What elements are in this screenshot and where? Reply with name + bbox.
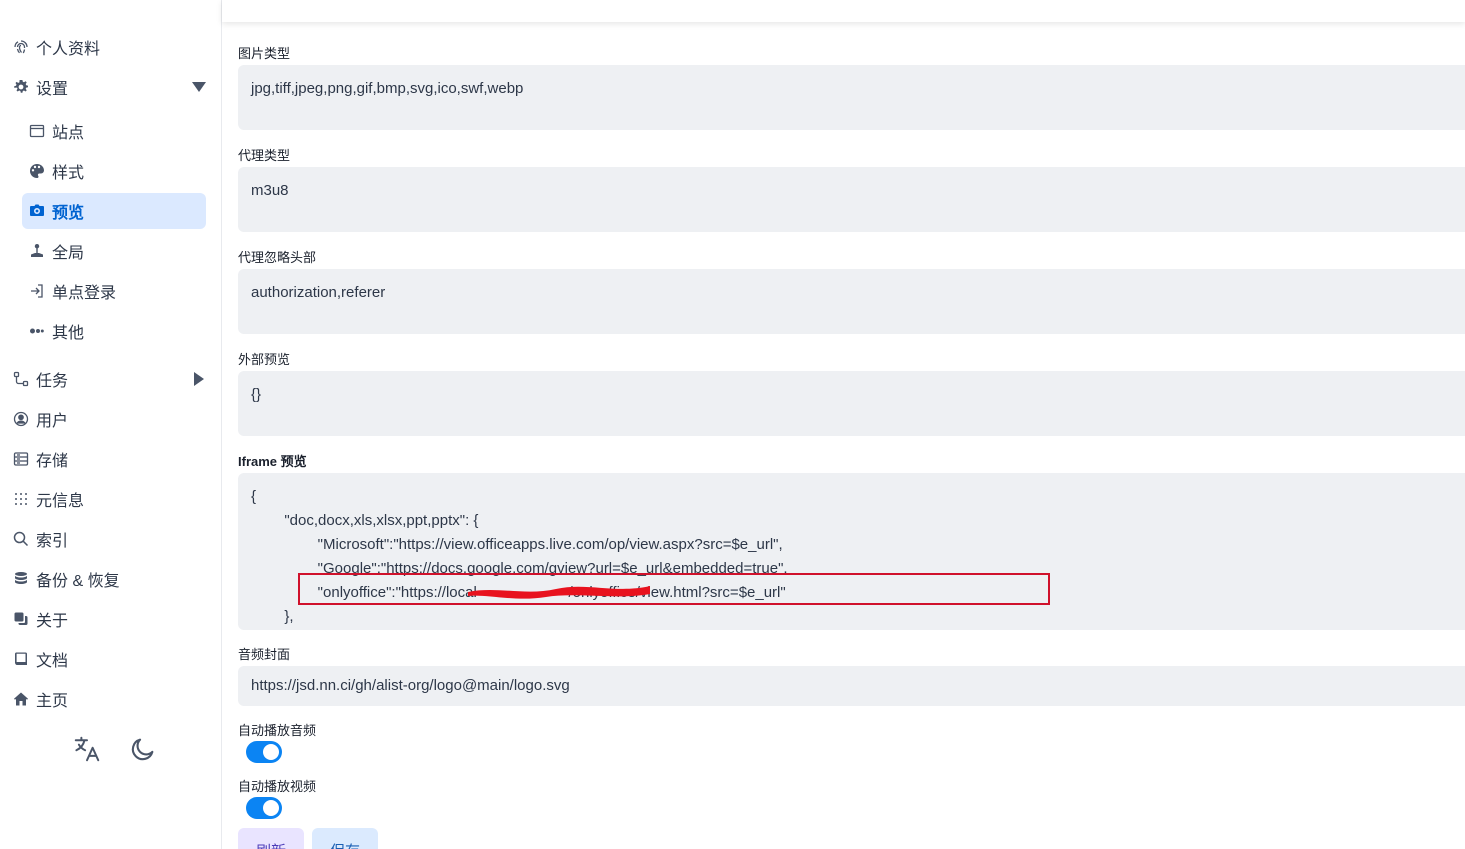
autoplay-video-switch[interactable] <box>246 797 282 819</box>
sidebar-item-backup[interactable]: 备份 & 恢复 <box>12 561 208 597</box>
sidebar-item-label: 备份 & 恢复 <box>36 573 120 590</box>
sidebar-item-storage[interactable]: 存储 <box>12 441 208 477</box>
camera-icon <box>28 202 46 220</box>
external-previews-textarea[interactable]: {} <box>238 371 1465 436</box>
chevron-down-icon[interactable] <box>192 82 206 92</box>
sidebar-item-tasks[interactable]: 任务 <box>12 361 208 397</box>
dots-icon <box>28 322 46 340</box>
sidebar-item-label: 存储 <box>36 453 69 470</box>
chevron-right-icon[interactable] <box>194 372 204 386</box>
sidebar-item-label: 用户 <box>36 413 69 430</box>
sidebar-item-label: 主页 <box>36 693 69 710</box>
sidebar-item-label: 预览 <box>52 205 85 222</box>
joystick-icon <box>28 242 46 260</box>
sidebar-item-label: 元信息 <box>36 493 85 510</box>
sidebar-item-profile[interactable]: 个人资料 <box>12 29 208 65</box>
sidebar-item-about[interactable]: 关于 <box>12 601 208 637</box>
image-types-textarea[interactable]: jpg,tiff,jpeg,png,gif,bmp,svg,ico,swf,we… <box>238 65 1465 130</box>
theme-toggle-button[interactable] <box>126 732 160 766</box>
preview-settings-form: 图片类型 jpg,tiff,jpeg,png,gif,bmp,svg,ico,s… <box>222 22 1465 849</box>
sidebar-item-label: 全局 <box>52 245 85 262</box>
stack-icon <box>12 570 30 588</box>
workflow-icon <box>12 370 30 388</box>
sidebar-item-label: 其他 <box>52 325 85 342</box>
sidebar-item-home[interactable]: 主页 <box>12 681 208 717</box>
book-icon <box>12 650 30 668</box>
sidebar-item-other[interactable]: 其他 <box>22 313 206 349</box>
sidebar: 个人资料 设置 站点 样式 预览 全局 单点登录 其他 任务 用户 存储 元信息… <box>0 0 222 849</box>
audio-cover-label: 音频封面 <box>238 647 291 662</box>
autoplay-audio-label: 自动播放音频 <box>238 723 317 738</box>
language-button[interactable] <box>70 732 104 766</box>
home-icon <box>12 690 30 708</box>
sidebar-item-label: 样式 <box>52 165 85 182</box>
sidebar-item-settings[interactable]: 设置 <box>12 69 208 105</box>
refresh-button[interactable]: 刷新 <box>238 828 305 849</box>
palette-icon <box>28 162 46 180</box>
switch-knob <box>263 744 279 760</box>
image-types-label: 图片类型 <box>238 46 291 61</box>
proxy-types-textarea[interactable]: m3u8 <box>238 167 1465 232</box>
sidebar-item-label: 任务 <box>36 373 69 390</box>
autoplay-audio-switch[interactable] <box>246 741 282 763</box>
sidebar-item-preview[interactable]: 预览 <box>22 193 206 229</box>
translate-icon <box>74 736 100 762</box>
database-icon <box>12 450 30 468</box>
moon-icon <box>131 738 154 761</box>
iframe-previews-textarea[interactable]: { "doc,docx,xls,xlsx,ppt,pptx": { "Micro… <box>238 473 1465 630</box>
audio-cover-input[interactable]: https://jsd.nn.ci/gh/alist-org/logo@main… <box>238 666 1465 706</box>
gear-icon <box>12 78 30 96</box>
login-icon <box>28 282 46 300</box>
dots-grid-icon <box>12 490 30 508</box>
sidebar-item-index[interactable]: 索引 <box>12 521 208 557</box>
save-button[interactable]: 保存 <box>312 828 379 849</box>
sidebar-item-global[interactable]: 全局 <box>22 233 206 269</box>
sidebar-item-label: 站点 <box>52 125 85 142</box>
sidebar-item-docs[interactable]: 文档 <box>12 641 208 677</box>
sidebar-tools <box>70 732 160 766</box>
user-circle-icon <box>12 410 30 428</box>
window-icon <box>28 122 46 140</box>
sidebar-item-label: 设置 <box>36 81 69 98</box>
top-header <box>222 0 1465 22</box>
proxy-ignore-headers-label: 代理忽略头部 <box>238 250 317 265</box>
sidebar-item-label: 文档 <box>36 653 69 670</box>
search-icon <box>12 530 30 548</box>
sidebar-item-label: 关于 <box>36 613 69 630</box>
sidebar-item-sso[interactable]: 单点登录 <box>22 273 206 309</box>
sidebar-item-users[interactable]: 用户 <box>12 401 208 437</box>
copy-icon <box>12 610 30 628</box>
switch-knob <box>263 800 279 816</box>
sidebar-item-style[interactable]: 样式 <box>22 153 206 189</box>
sidebar-item-site[interactable]: 站点 <box>22 113 206 149</box>
proxy-ignore-headers-textarea[interactable]: authorization,referer <box>238 269 1465 334</box>
sidebar-item-label: 单点登录 <box>52 285 117 302</box>
autoplay-video-label: 自动播放视频 <box>238 779 317 794</box>
sidebar-item-label: 个人资料 <box>36 41 101 58</box>
sidebar-item-meta[interactable]: 元信息 <box>12 481 208 517</box>
iframe-previews-label: Iframe 预览 <box>238 454 307 469</box>
fingerprint-icon <box>12 38 30 56</box>
external-previews-label: 外部预览 <box>238 352 291 367</box>
proxy-types-label: 代理类型 <box>238 148 291 163</box>
sidebar-item-label: 索引 <box>36 533 69 550</box>
